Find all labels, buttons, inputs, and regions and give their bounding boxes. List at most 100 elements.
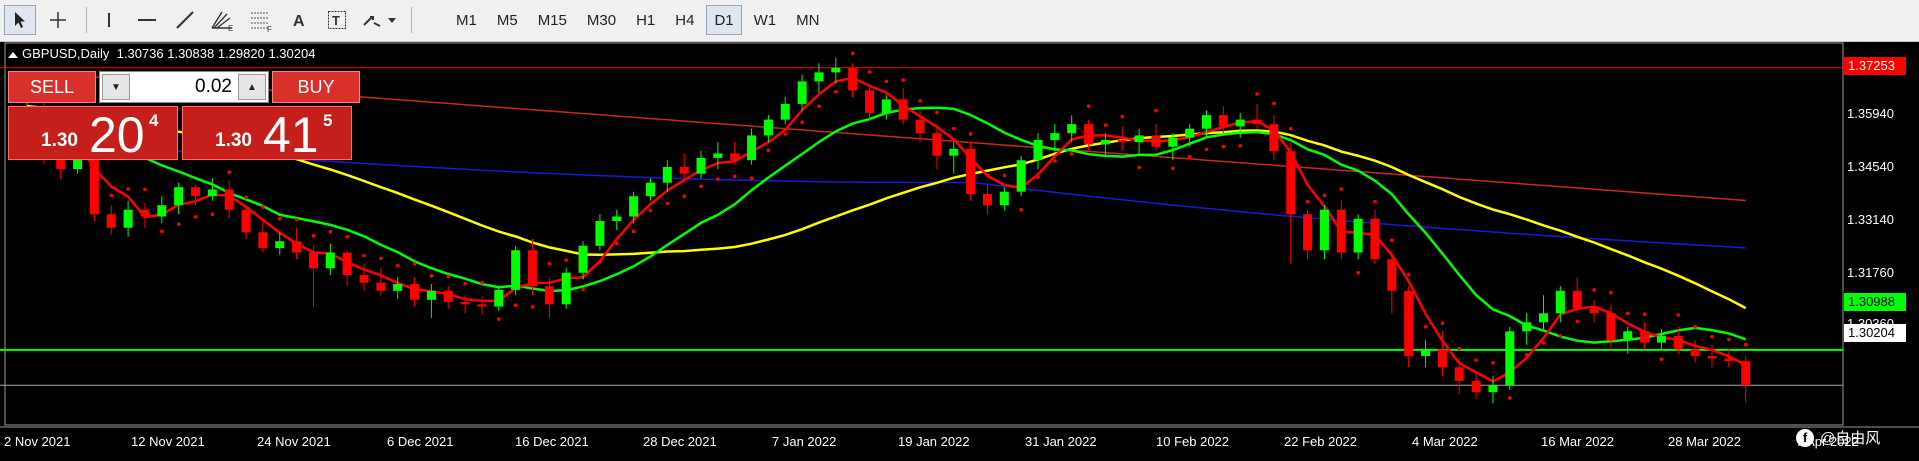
candle-bull [1067,124,1077,134]
fibonacci-fan-tool-button[interactable]: E [207,5,239,35]
sar-dot [261,205,265,209]
sar-dot [126,187,130,191]
candle-bear [1404,290,1414,357]
timeframe-h4-button[interactable]: H4 [667,5,702,35]
buy-button[interactable]: BUY [272,71,360,103]
lot-increase-button[interactable]: ▲ [238,74,266,100]
sar-dot [598,260,602,264]
candle-bull [1202,115,1211,129]
sar-dot [1204,147,1209,152]
candle-bear [1724,358,1734,362]
arrows-tool-button[interactable] [359,5,399,35]
candle-bull [1185,128,1195,138]
ask-quote-button[interactable]: 1.30 41 5 [182,106,352,163]
lot-decrease-button[interactable]: ▼ [102,74,130,100]
candle-bull [1100,139,1110,145]
candle-bear [1336,209,1346,253]
trendline-tool-button[interactable] [169,5,201,35]
candle-bear [1741,361,1751,386]
triangle-up-icon: ▲ [247,81,257,93]
candle-bear [1690,349,1700,357]
date-axis-label: 2 Nov 2021 [4,434,71,449]
candle-bear [191,187,200,197]
timeframe-m15-button[interactable]: M15 [530,5,575,35]
sar-dot [176,222,181,226]
candle-bear [966,148,976,194]
fibonacci-retracement-icon: F [251,12,272,32]
candle-bear [1606,313,1616,341]
sar-dot [564,258,568,262]
lot-size-input[interactable]: ▼ 0.02 ▲ [99,71,269,103]
timeframe-m30-button[interactable]: M30 [579,5,624,35]
sar-dot [1053,159,1057,163]
bid-price-pipette: 4 [149,111,159,130]
candle-bull [696,157,706,174]
candle-bear [1437,349,1447,368]
sar-dot [1592,288,1596,292]
sar-dot [1069,152,1074,156]
candle-bull [645,182,655,197]
triangle-down-icon: ▼ [111,81,121,93]
svg-text:A: A [293,13,305,30]
price-axis-label: 1.30360 [1847,316,1894,324]
candle-bear [140,209,150,217]
timeframe-m1-button[interactable]: M1 [448,5,485,35]
sar-dot [1541,341,1546,345]
crosshair-tool-button[interactable] [42,5,74,35]
sar-dot [918,98,922,103]
horizontal-line-tool-button[interactable] [131,5,163,35]
sar-dot [1558,334,1563,338]
sar-dot [311,234,316,238]
sar-dot [985,173,990,177]
sar-dot [277,216,282,221]
vertical-line-tool-button[interactable] [93,5,125,35]
sar-dot [682,194,686,199]
sar-dot [968,132,973,136]
ask-price-big: 41 [263,107,319,163]
sar-dot [648,208,653,213]
sar-dot [1406,272,1411,277]
collapse-triangle-icon[interactable] [8,52,18,58]
sar-dot [1137,165,1141,170]
timeframe-m5-button[interactable]: M5 [489,5,526,35]
sar-dot [716,177,720,181]
timeframe-selector: M1 M5 M15 M30 H1 H4 D1 W1 MN [448,4,831,36]
ask-price-pipette: 5 [323,111,333,130]
timeframe-d1-button[interactable]: D1 [706,5,742,35]
timeframe-h1-button[interactable]: H1 [628,5,663,35]
candle-bull [1319,209,1329,251]
sar-dot [1390,238,1394,243]
date-axis-label: 31 Jan 2022 [1025,434,1097,449]
date-axis-label: 4 Mar 2022 [1412,434,1478,449]
candle-bear [376,282,386,291]
candle-bull [1539,313,1548,323]
candle-bull [949,148,959,156]
sar-dot [867,70,872,74]
toolbar-separator [411,7,412,33]
sar-dot [1036,175,1040,180]
timeframe-w1-button[interactable]: W1 [746,5,785,35]
candle-bull [1033,139,1043,161]
sar-dot [1103,123,1108,127]
candle-bear [730,153,740,161]
cursor-tool-button[interactable] [4,5,36,35]
sar-dot [244,195,248,200]
arrows-icon [363,16,396,27]
text-label-tool-button[interactable]: T [321,5,353,35]
timeframe-mn-button[interactable]: MN [788,5,827,35]
sar-dot [412,261,417,266]
fibonacci-retracement-tool-button[interactable]: F [245,5,277,35]
sar-dot [1642,312,1647,317]
fibonacci-fan-icon: E [211,11,233,32]
bid-quote-button[interactable]: 1.30 20 4 [8,106,178,163]
lot-size-value[interactable]: 0.02 [195,76,232,98]
sar-dot [193,215,198,219]
sell-button[interactable]: SELL [8,71,96,103]
candle-bull [325,252,335,269]
candle-bear [258,232,268,249]
sar-dot [1356,270,1360,275]
price-chart[interactable]: GBPUSD,Daily 1.30736 1.30838 1.29820 1.3… [0,42,1919,461]
ask-price-prefix: 1.30 [215,130,252,151]
text-tool-button[interactable]: A [283,5,315,35]
candle-bull [157,205,167,217]
